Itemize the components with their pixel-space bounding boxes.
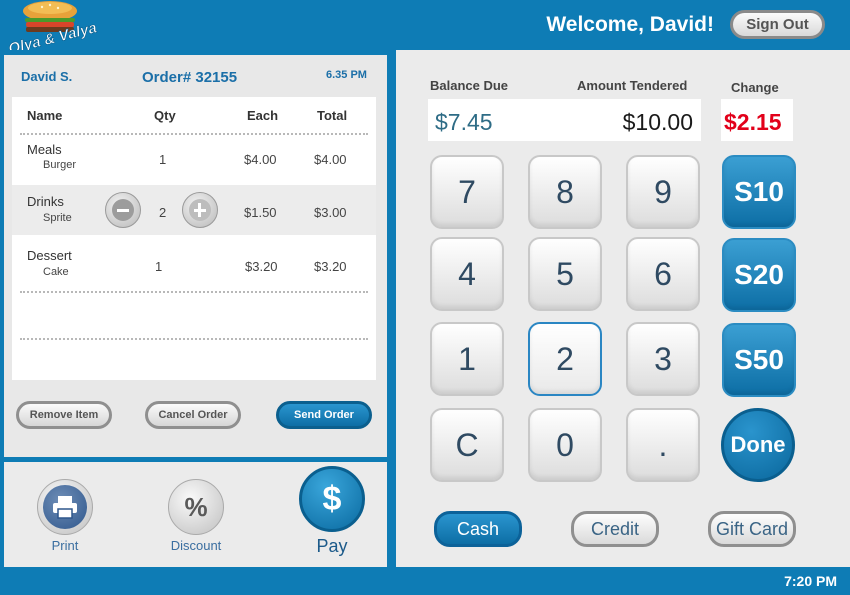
item-name: Burger [43,159,77,171]
sign-out-button[interactable]: Sign Out [730,10,825,39]
item-category: Meals [27,142,62,157]
increase-qty-button[interactable] [182,192,218,228]
discount-button[interactable]: % Discount [163,479,229,553]
order-panel: David S. Order# 32155 6.35 PM Name Qty E… [4,55,387,457]
print-circle [37,479,93,535]
done-button[interactable]: Done [721,408,795,482]
amount-tendered-label: Amount Tendered [577,78,688,93]
key-3[interactable]: 3 [626,322,700,396]
change-display: $2.15 [721,99,793,141]
send-order-button[interactable]: Send Order [276,401,372,429]
order-time: 6.35 PM [326,69,367,81]
item-total: $3.20 [314,259,347,274]
pay-label: Pay [316,536,348,556]
key-clear[interactable]: C [430,408,504,482]
key-5[interactable]: 5 [528,237,602,311]
column-header-total: Total [317,108,348,123]
item-name: Cake [43,266,69,278]
key-1[interactable]: 1 [430,322,504,396]
divider [20,338,368,340]
welcome-text: Welcome, David! [546,13,714,36]
pay-button[interactable]: $ Pay [296,466,368,557]
item-each: $4.00 [244,152,277,167]
item-each: $3.20 [245,259,278,274]
change-label: Change [731,80,779,95]
column-header-name: Name [27,108,63,123]
key-9[interactable]: 9 [626,155,700,229]
dollar-symbol: $ [322,479,342,518]
divider [20,291,368,293]
change-value: $2.15 [724,109,782,135]
key-2[interactable]: 2 [528,322,602,396]
item-total: $3.00 [314,205,347,220]
key-8[interactable]: 8 [528,155,602,229]
key-decimal[interactable]: . [626,408,700,482]
print-label: Print [51,538,79,553]
item-qty: 2 [159,205,167,220]
decrease-qty-button[interactable] [105,192,141,228]
percent-icon: % [168,479,224,535]
item-name: Sprite [43,212,72,224]
clock: 7:20 PM [784,573,837,589]
item-qty: 1 [155,259,163,274]
gift-card-button[interactable]: Gift Card [708,511,796,547]
order-table: Name Qty Each Total Meals Burger 1 $4.00… [12,97,376,380]
print-button[interactable]: Print [35,479,95,553]
quick-actions-panel: Print % Discount $ Pay [4,462,387,567]
payment-panel: Balance Due Amount Tendered Change $7.45… [396,50,850,567]
item-category: Drinks [27,194,64,209]
table-row[interactable]: Dessert Cake 1 $3.20 $3.20 [12,237,376,289]
percent-symbol: % [184,491,208,522]
minus-icon [112,199,134,221]
quick-10-button[interactable]: S10 [722,155,796,229]
quick-20-button[interactable]: S20 [722,238,796,312]
top-bar: Olya & Valya Welcome, David! Sign Out [0,0,850,50]
cash-button[interactable]: Cash [434,511,522,547]
balance-due-value: $7.45 [435,109,493,135]
key-7[interactable]: 7 [430,155,504,229]
dollar-icon: $ [299,466,365,532]
column-header-each: Each [247,108,279,123]
printer-icon [43,485,87,529]
credit-button[interactable]: Credit [571,511,659,547]
key-6[interactable]: 6 [626,237,700,311]
item-each: $1.50 [244,205,277,220]
plus-icon [189,199,211,221]
quick-50-button[interactable]: S50 [722,323,796,397]
item-category: Dessert [27,248,72,263]
item-total: $4.00 [314,152,347,167]
key-0[interactable]: 0 [528,408,602,482]
item-qty: 1 [159,152,167,167]
cancel-order-button[interactable]: Cancel Order [145,401,241,429]
remove-item-button[interactable]: Remove Item [16,401,112,429]
order-header: David S. Order# 32155 6.35 PM [4,55,387,95]
order-number: Order# 32155 [142,69,238,86]
table-row[interactable]: Meals Burger 1 $4.00 $4.00 [12,135,376,183]
customer-name: David S. [21,69,73,84]
burger-logo: Olya & Valya [6,1,99,50]
discount-label: Discount [170,538,222,553]
table-row[interactable]: Drinks Sprite 2 $1.50 $3.00 [12,185,376,235]
key-4[interactable]: 4 [430,237,504,311]
amount-tendered-value: $10.00 [622,109,693,135]
amount-display: $7.45 $10.00 [428,99,701,141]
column-header-qty: Qty [154,108,176,123]
balance-due-label: Balance Due [430,78,509,93]
